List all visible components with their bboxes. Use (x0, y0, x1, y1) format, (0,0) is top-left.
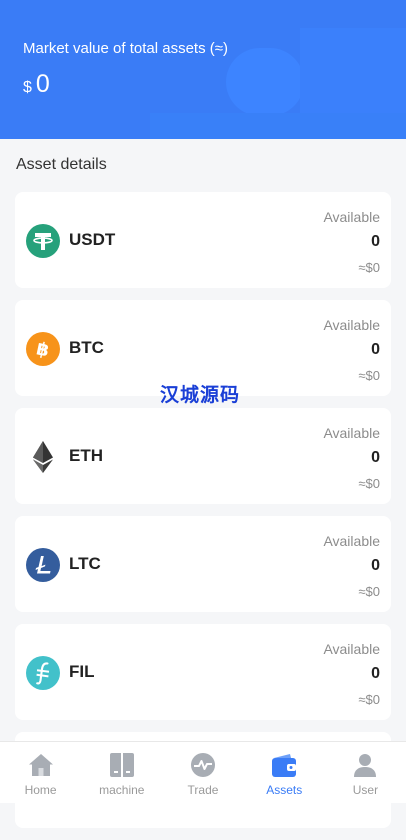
wallet-icon (272, 754, 297, 777)
filecoin-icon (26, 656, 60, 690)
header-decoration (226, 48, 304, 116)
available-label: Available (323, 641, 380, 657)
tab-label: Assets (266, 783, 303, 797)
asset-card-ltc[interactable]: LTC Available 0 ≈$0 (15, 516, 391, 612)
tab-label: Home (24, 783, 57, 797)
tab-user[interactable]: User (325, 742, 406, 803)
bottom-tab-bar: Home machine Trade Assets User (0, 741, 406, 803)
available-label: Available (323, 425, 380, 441)
asset-card-fil[interactable]: FIL Available 0 ≈$0 (15, 624, 391, 720)
coin-name: BTC (69, 338, 104, 357)
home-icon (28, 754, 53, 776)
tab-label: User (352, 783, 379, 797)
tether-icon (26, 224, 60, 258)
available-label: Available (323, 533, 380, 549)
available-value: 0 (371, 341, 380, 358)
total-assets-label: Market value of total assets (≈) (23, 40, 228, 57)
available-label: Available (323, 209, 380, 225)
total-assets-value: $0 (23, 70, 50, 99)
tab-label: machine (99, 783, 145, 797)
coin-name: ETH (69, 446, 103, 465)
user-icon (354, 754, 377, 777)
tab-home[interactable]: Home (0, 742, 81, 803)
approx-value: ≈$0 (358, 584, 380, 599)
watermark-text: 汉城源码 (160, 385, 241, 406)
total-assets-amount: 0 (35, 70, 50, 98)
tab-trade[interactable]: Trade (162, 742, 243, 803)
approx-value: ≈$0 (358, 260, 380, 275)
assets-header: Market value of total assets (≈) $0 (0, 0, 406, 139)
available-value: 0 (371, 449, 380, 466)
coin-name: USDT (69, 230, 116, 249)
currency-symbol: $ (23, 79, 32, 96)
trade-icon (191, 753, 215, 777)
ethereum-icon (33, 441, 53, 473)
approx-value: ≈$0 (358, 692, 380, 707)
header-decoration (150, 113, 406, 139)
coin-name: FIL (69, 662, 95, 681)
asset-card-usdt[interactable]: USDT Available 0 ≈$0 (15, 192, 391, 288)
coin-name: LTC (69, 554, 101, 573)
approx-value: ≈$0 (358, 368, 380, 383)
tab-machine[interactable]: machine (81, 742, 162, 803)
bitcoin-icon: ฿ (26, 332, 60, 366)
asset-card-eth[interactable]: ETH Available 0 ≈$0 (15, 408, 391, 504)
section-title: Asset details (16, 156, 107, 173)
tab-label: Trade (187, 783, 219, 797)
machine-icon (109, 753, 134, 777)
available-value: 0 (371, 557, 380, 574)
available-label: Available (323, 317, 380, 333)
available-value: 0 (371, 233, 380, 250)
approx-value: ≈$0 (358, 476, 380, 491)
tab-assets[interactable]: Assets (244, 742, 325, 803)
litecoin-icon (26, 548, 60, 582)
available-value: 0 (371, 665, 380, 682)
